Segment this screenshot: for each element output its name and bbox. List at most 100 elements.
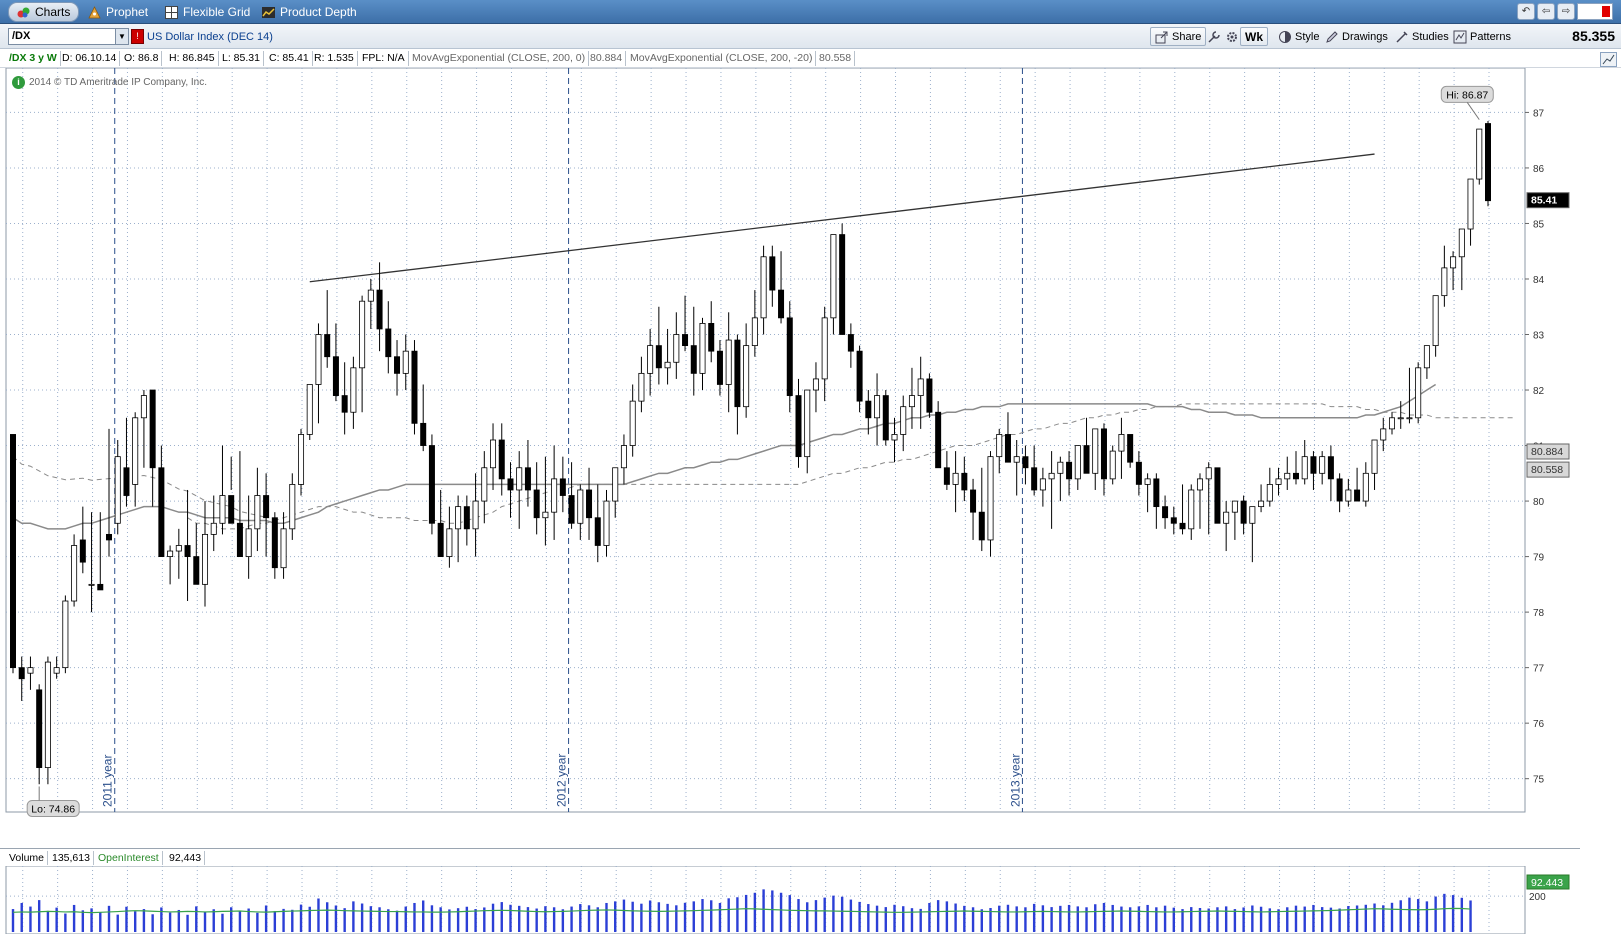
back-icon[interactable]: ⇦ xyxy=(1537,3,1555,20)
top-tab-bar: Charts Prophet Flexible Grid Product Dep… xyxy=(0,0,1621,24)
candle-down xyxy=(655,345,662,369)
volume-bar xyxy=(806,902,809,932)
candle-down xyxy=(1354,489,1361,502)
candle-up xyxy=(830,234,837,319)
volume-header: Volume 135,613 OpenInterest 92,443 xyxy=(0,848,1580,866)
symbol-dropdown-icon[interactable]: ▼ xyxy=(115,28,129,45)
pencil-icon xyxy=(1325,30,1339,44)
share-button[interactable]: Share xyxy=(1150,27,1207,46)
tab-product-depth[interactable]: Product Depth xyxy=(254,2,365,22)
forward-icon[interactable]: ⇨ xyxy=(1557,3,1575,20)
volume-bar xyxy=(1329,907,1333,932)
candle-down xyxy=(847,334,854,352)
last-price-badge-text: 85.41 xyxy=(1531,195,1557,207)
candle-up xyxy=(647,345,654,374)
candle xyxy=(1415,362,1422,424)
patterns-icon xyxy=(1453,30,1467,44)
candle-down xyxy=(682,334,689,347)
volume-bar xyxy=(675,905,678,932)
y-tick-label: 76 xyxy=(1533,719,1545,730)
candle-down xyxy=(420,422,427,446)
volume-bar xyxy=(29,906,32,932)
year-label: 2011 year xyxy=(101,755,115,807)
candle-up xyxy=(891,434,898,441)
undo-icon[interactable]: ↶ xyxy=(1517,3,1535,20)
info-range: R: 1.535 xyxy=(311,51,358,66)
study1-label[interactable]: MovAvgExponential (CLOSE, 200, 0) xyxy=(409,51,590,66)
patterns-label: Patterns xyxy=(1470,30,1511,43)
info-date: D: 06.10.14 xyxy=(59,51,121,66)
volume-bar xyxy=(614,901,617,932)
candle-up xyxy=(455,506,462,530)
study2-label[interactable]: MovAvgExponential (CLOSE, 200, -20) xyxy=(627,51,817,66)
volume-bar xyxy=(744,894,748,932)
volume-bar xyxy=(1251,905,1254,932)
candle-down xyxy=(708,323,715,352)
candle-down xyxy=(839,234,846,335)
candle-down xyxy=(559,478,566,496)
symbol-flag-icon[interactable]: ! xyxy=(131,29,144,44)
candle-up xyxy=(1144,478,1151,485)
price-chart[interactable]: 2011 year 2012 year 2013 year 75 76 77 78 79 80 8… xyxy=(0,67,1621,848)
volume-bar xyxy=(343,908,346,932)
volume-bar xyxy=(238,910,242,932)
volume-bar xyxy=(1155,907,1158,932)
studies-button[interactable]: Studies xyxy=(1390,27,1454,46)
candle-down xyxy=(1031,467,1038,491)
aggregation-button[interactable]: Wk xyxy=(1240,27,1268,46)
candle-down xyxy=(961,472,968,491)
volume-bar xyxy=(587,905,591,932)
candle xyxy=(786,301,793,413)
candle-up xyxy=(359,300,366,369)
volume-bar xyxy=(1224,906,1228,932)
candle xyxy=(926,373,933,418)
candle-up xyxy=(1223,511,1230,524)
volume-bar xyxy=(1425,901,1429,932)
chart-settings-icon[interactable] xyxy=(1600,52,1617,67)
info-high: H: 86.845 xyxy=(166,51,219,66)
volume-bar xyxy=(133,911,137,932)
candle-down xyxy=(926,378,933,413)
volume-bar xyxy=(797,899,800,932)
copyright-text: 2014 © TD Ameritrade IP Company, Inc. xyxy=(29,77,208,88)
candle xyxy=(839,223,846,335)
candle-down xyxy=(943,467,950,485)
volume-bar xyxy=(1015,906,1018,932)
candle-up xyxy=(140,395,147,419)
patterns-button[interactable]: Patterns xyxy=(1448,27,1516,46)
candle-down xyxy=(236,522,243,557)
candle-up xyxy=(490,439,497,469)
candle-down xyxy=(1170,517,1177,524)
tab-flexible-grid[interactable]: Flexible Grid xyxy=(157,2,258,22)
candle-up xyxy=(900,406,907,435)
volume-bar xyxy=(1312,904,1315,932)
info-icon[interactable]: i xyxy=(12,76,25,89)
volume-bar xyxy=(20,902,23,932)
tab-charts[interactable]: Charts xyxy=(8,2,80,22)
volume-bar xyxy=(116,914,119,932)
volume-chart[interactable]: 200 92.443 xyxy=(0,865,1621,934)
candle-down xyxy=(184,545,191,557)
tab-prophet[interactable]: Prophet xyxy=(80,2,156,22)
drawings-button[interactable]: Drawings xyxy=(1320,27,1393,46)
last-price: 85.355 xyxy=(1572,28,1615,44)
candle-up xyxy=(1406,417,1413,420)
volume-bar xyxy=(762,889,765,932)
y-tick-label: 75 xyxy=(1533,775,1545,786)
candle-up xyxy=(367,289,374,302)
volume-bar xyxy=(561,909,565,932)
candle-up xyxy=(577,489,584,524)
tab-label: Prophet xyxy=(106,5,149,19)
style-icon xyxy=(1278,30,1292,44)
candle-up xyxy=(71,545,78,602)
volume-bar xyxy=(404,906,407,932)
low-label: Lo: 74.86 xyxy=(31,803,75,815)
candle-down xyxy=(1240,500,1247,524)
symbol-input[interactable]: /DX xyxy=(8,28,126,45)
style-button[interactable]: Style xyxy=(1273,27,1324,46)
volume-bar xyxy=(273,911,277,932)
color-swatch[interactable] xyxy=(1577,3,1613,20)
volume-bar xyxy=(1059,905,1062,932)
oi-badge-text: 92.443 xyxy=(1531,877,1563,889)
candle-down xyxy=(437,522,444,557)
